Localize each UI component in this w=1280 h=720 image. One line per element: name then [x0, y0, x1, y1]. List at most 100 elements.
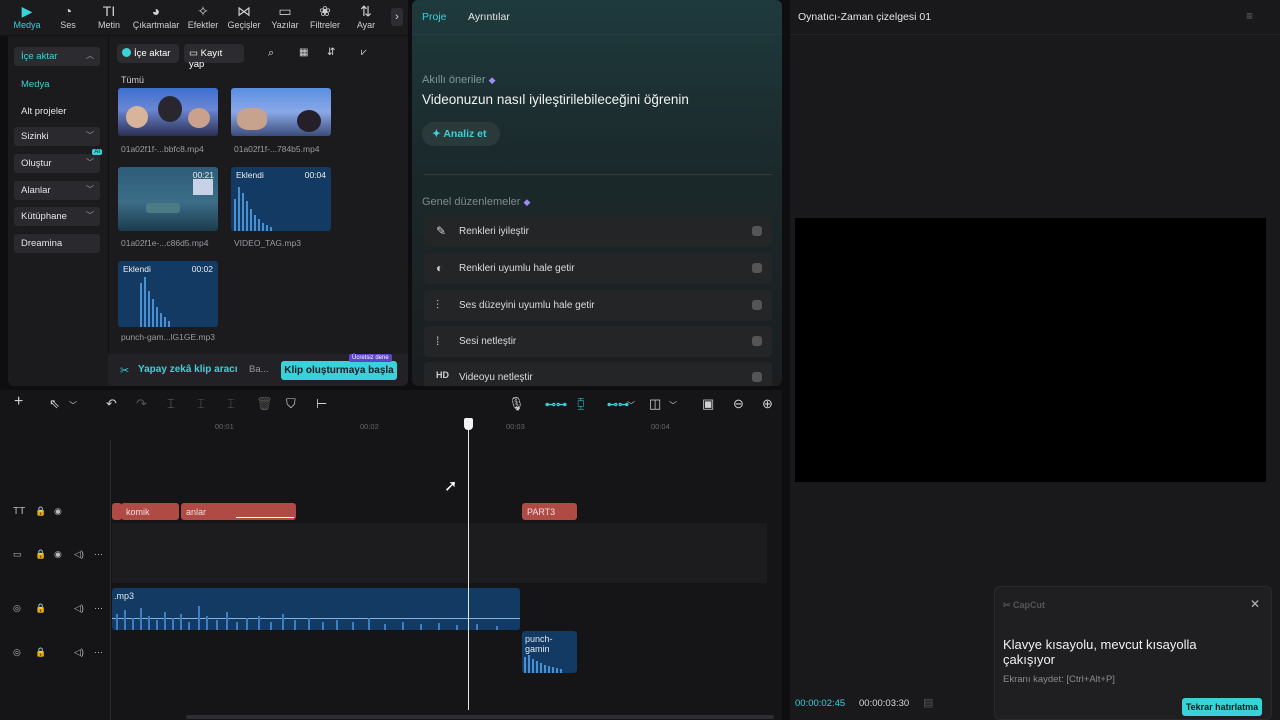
chevron-down-icon[interactable]: ﹀ [69, 400, 77, 411]
split-icon[interactable]: ⌶ [167, 396, 175, 412]
filter-icon[interactable]: ⩗ [361, 47, 367, 58]
undo-icon[interactable]: ↶ [106, 396, 117, 412]
media-thumb-audio-1[interactable]: Eklendi 00:04 [231, 167, 331, 231]
toolbar-more-button[interactable]: › [391, 8, 403, 26]
more-icon[interactable]: ⋯ [94, 549, 103, 560]
waveform-icon [524, 655, 562, 673]
media-thumb-video-2[interactable] [231, 88, 331, 136]
speaker-icon[interactable]: ◁) [74, 549, 84, 560]
import-button[interactable]: İçe aktar [117, 44, 179, 63]
grid-view-icon[interactable]: ▦ [299, 47, 308, 58]
main-video-track[interactable] [112, 523, 767, 583]
text-clip-part3[interactable]: PART3 [522, 503, 577, 520]
media-thumb-video-3[interactable]: 00:21 [118, 167, 218, 231]
lock-icon[interactable]: 🔒 [35, 506, 46, 517]
media-thumb-audio-2[interactable]: Eklendi 00:02 [118, 261, 218, 327]
more-icon[interactable]: ⋯ [94, 647, 103, 658]
video-preview[interactable] [795, 218, 1266, 482]
select-tool-icon[interactable]: ⇖ [49, 396, 60, 412]
audio-track-icon: ◎ [13, 603, 21, 613]
tool-adjust[interactable]: ⇅ Ayar [346, 3, 386, 33]
more-icon[interactable]: ⋯ [94, 603, 103, 614]
tool-media[interactable]: ▶ Medya [7, 3, 47, 33]
freeze-icon[interactable]: ⊢ [316, 396, 327, 412]
close-icon[interactable]: ✕ [1250, 597, 1260, 611]
timeline-grid-icon[interactable]: ▤ [923, 696, 933, 709]
eye-icon[interactable]: ◉ [54, 549, 62, 560]
option-match-colors[interactable]: ◐ Renkleri uyumlu hale getir [424, 253, 772, 284]
split-right-icon[interactable]: ⌶ [227, 396, 235, 412]
option-toggle[interactable] [752, 300, 762, 310]
audio-clip-mp3[interactable]: .mp3 [112, 588, 520, 630]
lock-icon[interactable]: 🔒 [35, 549, 46, 560]
option-toggle[interactable] [752, 263, 762, 273]
search-icon[interactable]: ⌕ [268, 47, 274, 60]
analyze-button[interactable]: ✦ Analiz et [422, 122, 500, 146]
eye-icon[interactable]: ◉ [54, 506, 62, 517]
tool-captions[interactable]: ▭ Yazılar [265, 3, 305, 33]
zoom-out-icon[interactable]: ⊖ [733, 396, 744, 412]
tab-project[interactable]: Proje [422, 11, 447, 23]
smart-suggestions-title: Akıllı öneriler ◆ [422, 74, 496, 86]
sidebar-item-media[interactable]: Medya [21, 79, 50, 90]
sidebar-import[interactable]: İçe aktar ︿ [14, 47, 100, 66]
shield-icon[interactable]: ⛉ [286, 396, 296, 412]
tool-stickers[interactable]: ◕ Çıkartmalar [130, 3, 182, 33]
sidebar-item-subprojects[interactable]: Alt projeler [21, 106, 66, 117]
split-left-icon[interactable]: ⌶ [197, 396, 205, 412]
snap-icon[interactable]: ⊷⊶ [607, 398, 629, 411]
chevron-down-icon[interactable]: ﹀ [627, 400, 635, 411]
record-button[interactable]: ▭ Kayıt yap [184, 44, 244, 70]
remind-again-button[interactable]: Tekrar hatırlatma [1182, 698, 1262, 716]
option-toggle[interactable] [752, 336, 762, 346]
tab-details[interactable]: Ayrıntılar [468, 11, 510, 23]
sidebar-dreamina[interactable]: Dreamina [14, 234, 100, 253]
track-header-divider [110, 440, 111, 720]
sort-icon[interactable]: ⇵ [327, 47, 335, 58]
tool-text[interactable]: TI Metin [89, 3, 129, 33]
magnet-icon[interactable]: ⧮ [577, 396, 585, 411]
option-enhance-video[interactable]: HD Videoyu netleştir [424, 362, 772, 386]
zoom-in-icon[interactable]: ⊕ [762, 396, 773, 412]
microphone-icon[interactable]: 🎙 [508, 396, 525, 412]
option-toggle[interactable] [752, 226, 762, 236]
link-icon[interactable]: ⊷⊶ [545, 398, 567, 411]
option-enhance-colors[interactable]: ✎ Renkleri iyileştir [424, 216, 772, 247]
audio-clip-punch[interactable]: punch-gamin [522, 631, 577, 673]
sidebar-create[interactable]: Oluştur ﹀ AI [14, 149, 102, 173]
sidebar-library[interactable]: Kütüphane ﹀ [14, 207, 100, 226]
delete-icon[interactable]: 🗑 [256, 396, 273, 412]
start-clip-button[interactable]: Klip oluşturmaya başla [281, 361, 397, 380]
redo-icon[interactable]: ↷ [136, 396, 147, 412]
option-match-volume[interactable]: ⫶ Ses düzeyini uyumlu hale getir [424, 290, 772, 321]
timeline-scrollbar[interactable] [186, 715, 774, 719]
media-thumb-video-1[interactable] [118, 88, 218, 136]
media-icon: ▶ [21, 3, 33, 19]
option-enhance-audio[interactable]: ⁞ Sesi netleştir [424, 326, 772, 357]
tool-filters[interactable]: ❀ Filtreler [305, 3, 345, 33]
preview-axis-icon[interactable]: ◫ [649, 396, 661, 412]
chevron-down-icon[interactable]: ﹀ [669, 400, 677, 411]
sidebar-spaces[interactable]: Alanlar ﹀ [14, 181, 100, 200]
speaker-icon[interactable]: ◁) [74, 603, 84, 614]
menu-icon[interactable]: ≡ [1246, 9, 1253, 23]
lock-icon[interactable]: 🔒 [35, 647, 46, 658]
ai-clip-tool-label[interactable]: Yapay zekâ klip aracı [138, 364, 238, 375]
sidebar-yours[interactable]: Sizinki ﹀ [14, 127, 100, 146]
tool-transitions[interactable]: ⋈ Geçişler [224, 3, 264, 33]
playhead[interactable] [468, 420, 469, 710]
playhead-handle[interactable] [464, 418, 473, 430]
lock-icon[interactable]: 🔒 [35, 603, 46, 614]
media-panel: İçe aktar ︿ Medya Alt projeler Sizinki ﹀ O… [8, 36, 408, 386]
time-ruler[interactable]: 00:01 00:02 00:03 00:04 [112, 420, 782, 434]
add-icon[interactable]: + [14, 393, 23, 411]
tool-effects[interactable]: ✧ Efektler [183, 3, 223, 33]
tool-audio[interactable]: ◔ Ses [48, 3, 88, 33]
option-toggle[interactable] [752, 372, 762, 382]
caption-icon[interactable]: ▣ [702, 396, 714, 412]
adjust-icon: ⇅ [360, 3, 372, 19]
toast-title: Klavye kısayolu, mevcut kısayolla çakışı… [1003, 637, 1197, 667]
speaker-icon[interactable]: ◁) [74, 647, 84, 658]
text-clip-anlar[interactable]: anlar [181, 503, 296, 520]
text-clip-komik[interactable]: komik [121, 503, 179, 520]
